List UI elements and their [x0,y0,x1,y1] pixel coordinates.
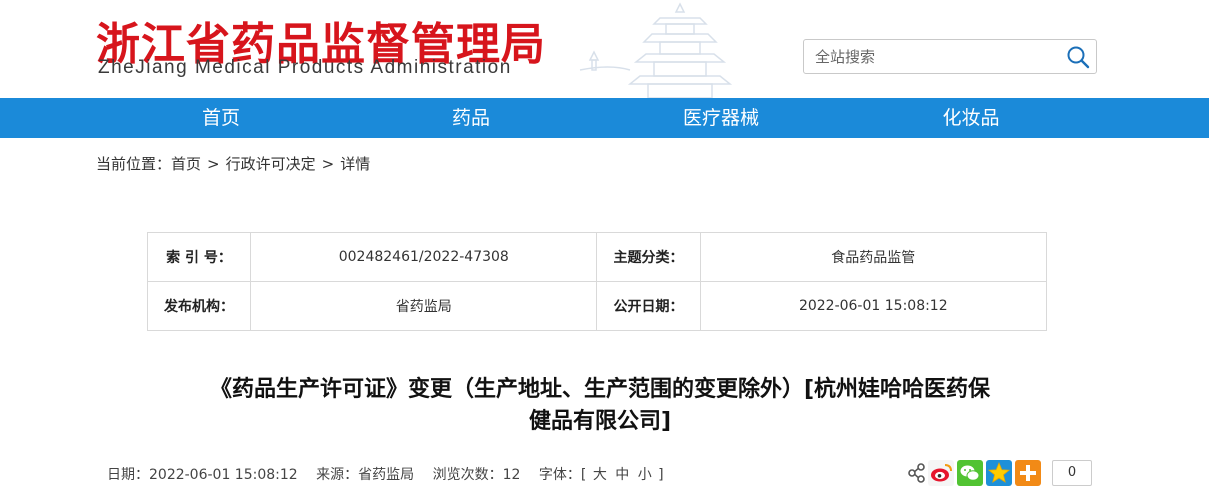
document-info-table: 索 引 号： 002482461/2022-47308 主题分类： 食品药品监管… [146,232,1048,331]
site-header: 浙江省药品监督管理局 ZheJiang Medical Products Adm… [0,0,1209,98]
font-size-small-link[interactable]: 小 [638,467,652,483]
nav-item-cosmetics[interactable]: 化妆品 [921,98,1021,138]
article-date: 日期：2022-06-01 15:08:12 [107,467,298,483]
article-views: 浏览次数：12 [432,467,521,483]
breadcrumb-separator: > [207,155,220,173]
share-icon[interactable] [904,460,930,486]
search-icon[interactable] [1066,45,1090,69]
main-nav: 首页 药品 医疗器械 化妆品 [0,98,1209,138]
article-title: 《药品生产许可证》变更（生产地址、生产范围的变更除外）[杭州娃哈哈医药保 健品有… [100,374,1100,438]
weibo-icon[interactable] [928,460,954,486]
index-label: 索 引 号： [146,232,252,282]
breadcrumb-admin-license-link[interactable]: 行政许可决定 [226,155,316,173]
share-bar: 0 [904,460,1094,486]
index-value: 002482461/2022-47308 [250,232,598,282]
publish-date-label: 公开日期： [596,281,701,331]
article-source: 来源：省药监局 [316,467,415,483]
breadcrumb-current: 详情 [340,155,371,173]
info-row: 发布机构： 省药监局 公开日期： 2022-06-01 15:08:12 [146,281,1048,331]
publisher-value: 省药监局 [250,281,598,331]
nav-item-drugs[interactable]: 药品 [430,98,512,138]
nav-item-medical-devices[interactable]: 医疗器械 [661,98,781,138]
pagoda-watermark-icon [579,2,733,98]
info-row: 索 引 号： 002482461/2022-47308 主题分类： 食品药品监管 [146,232,1048,282]
article-title-line-2: 健品有限公司] [528,409,672,434]
logo-english: ZheJiang Medical Products Administration [98,57,512,78]
breadcrumb: 当前位置：首页 > 行政许可决定 > 详情 [96,153,370,174]
font-size-medium-link[interactable]: 中 [615,467,629,483]
breadcrumb-prefix: 当前位置： [96,155,172,173]
font-size-switcher: 字体：[ 大 中 小 ] [539,467,664,483]
breadcrumb-separator: > [321,155,335,173]
topic-label: 主题分类： [596,232,701,282]
publisher-label: 发布机构： [146,281,252,331]
search-input[interactable] [804,40,1059,73]
more-plus-icon[interactable] [1015,460,1041,486]
topic-value: 食品药品监管 [699,232,1048,282]
qzone-icon[interactable] [986,460,1012,486]
article-meta: 日期：2022-06-01 15:08:12 来源：省药监局 浏览次数：12 字… [107,464,678,484]
font-size-suffix: ] [658,467,664,483]
search-box [803,39,1097,74]
font-size-prefix: 字体：[ [538,467,587,483]
publish-date-value: 2022-06-01 15:08:12 [699,281,1048,331]
article-title-line-1: 《药品生产许可证》变更（生产地址、生产范围的变更除外）[杭州娃哈哈医药保 [209,377,991,402]
nav-item-home[interactable]: 首页 [180,98,262,138]
wechat-icon[interactable] [957,460,983,486]
font-size-large-link[interactable]: 大 [593,467,607,483]
breadcrumb-home-link[interactable]: 首页 [171,155,201,173]
share-count: 0 [1052,460,1092,486]
